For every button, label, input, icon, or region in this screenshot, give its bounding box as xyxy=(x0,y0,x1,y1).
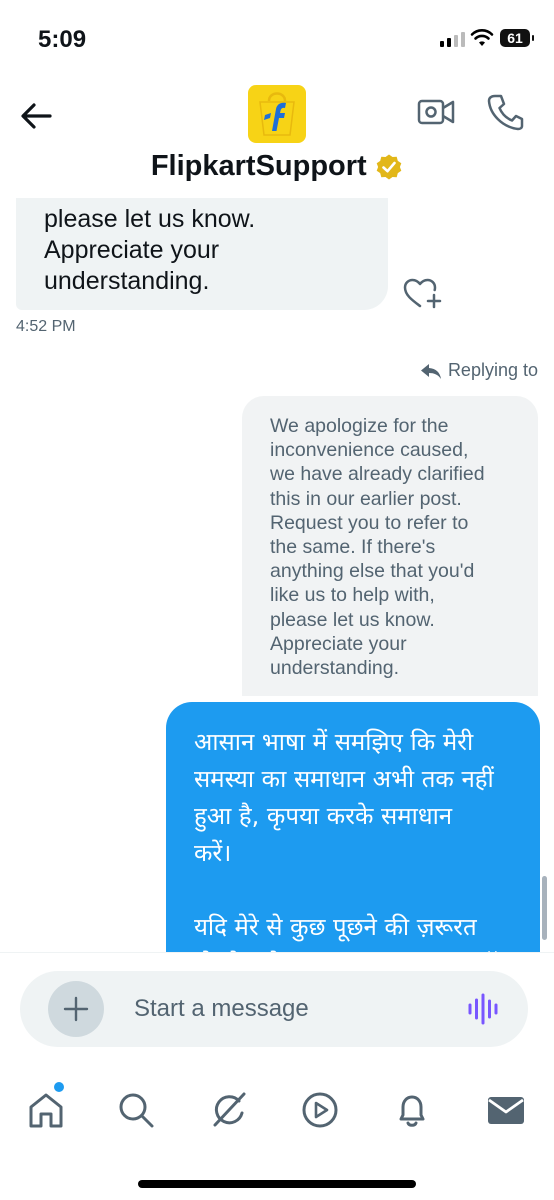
home-icon xyxy=(29,1093,63,1128)
bottom-tab-bar xyxy=(0,1062,554,1200)
outgoing-message[interactable]: आसान भाषा में समझिए कि मेरी समस्या का सम… xyxy=(166,702,540,952)
composer-field[interactable] xyxy=(20,971,528,1047)
scrollbar-thumb[interactable] xyxy=(542,876,547,940)
search-icon xyxy=(119,1093,154,1128)
quoted-message[interactable]: We apologize for the inconvenience cause… xyxy=(242,396,538,696)
reply-arrow-icon xyxy=(420,363,441,379)
message-input[interactable] xyxy=(134,989,454,1029)
status-time: 5:09 xyxy=(38,26,87,53)
message-list[interactable]: please let us know. Appreciate your unde… xyxy=(0,198,554,952)
add-media-button[interactable] xyxy=(48,981,104,1037)
tab-notifications[interactable] xyxy=(390,1088,434,1132)
video-call-icon[interactable] xyxy=(416,94,456,130)
grok-icon xyxy=(213,1092,246,1127)
messages-icon xyxy=(488,1097,524,1124)
voice-message-icon[interactable] xyxy=(466,991,502,1027)
replying-label: Replying to xyxy=(447,360,538,380)
incoming-message[interactable]: please let us know. Appreciate your unde… xyxy=(16,198,388,310)
conversation-name: FlipkartSupport xyxy=(150,150,367,182)
verified-badge-icon xyxy=(376,154,402,179)
status-bar: 5:09 61 xyxy=(0,0,554,80)
tab-home[interactable] xyxy=(24,1088,68,1132)
tab-search[interactable] xyxy=(114,1088,158,1132)
message-composer xyxy=(0,952,554,1063)
tab-grok[interactable] xyxy=(206,1088,250,1132)
wifi-icon xyxy=(470,29,494,46)
back-arrow-icon[interactable] xyxy=(18,98,54,134)
home-indicator xyxy=(138,1180,416,1188)
battery-indicator: 61 xyxy=(500,29,534,47)
video-icon xyxy=(302,1092,338,1128)
phone-call-icon[interactable] xyxy=(486,92,524,132)
notification-dot xyxy=(54,1082,64,1092)
signal-icon xyxy=(440,32,465,47)
react-heart-plus-icon[interactable] xyxy=(402,276,442,310)
tab-messages[interactable] xyxy=(484,1088,528,1132)
tab-video[interactable] xyxy=(298,1088,342,1132)
conversation-title[interactable]: FlipkartSupport xyxy=(0,150,554,183)
replying-to-indicator[interactable]: Replying to xyxy=(420,360,538,381)
flipkart-logo-icon[interactable] xyxy=(248,85,306,143)
conversation-header: FlipkartSupport xyxy=(0,80,554,198)
plus-icon xyxy=(63,996,89,1022)
notifications-icon xyxy=(399,1095,425,1127)
message-timestamp: 4:52 PM xyxy=(16,318,76,335)
